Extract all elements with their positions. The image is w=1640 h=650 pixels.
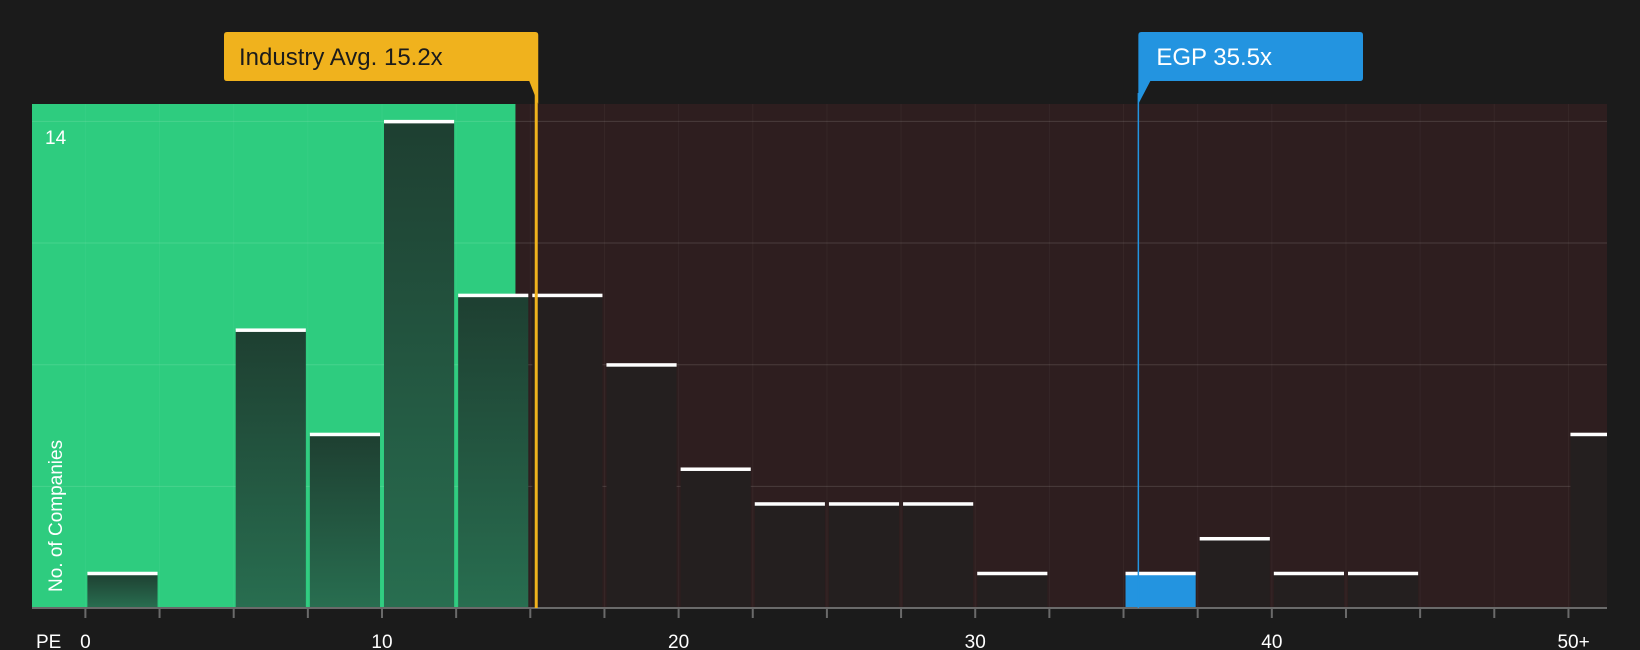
histogram-bar-cap	[606, 363, 677, 367]
pe-distribution-chart: 0 10 20 30 40 50+ PE 14 No. of Companies Indu…	[0, 0, 1640, 650]
histogram-bar-cap	[1570, 432, 1607, 437]
histogram-bar	[1125, 573, 1196, 608]
histogram-bar-cap	[903, 502, 974, 506]
x-tick-label: 0	[80, 632, 91, 650]
industry-average-label: Industry Avg. 15.2x	[239, 44, 443, 71]
histogram-bar	[458, 295, 529, 608]
histogram-bar	[903, 503, 974, 608]
histogram-bar	[1273, 573, 1344, 608]
histogram-bar	[1347, 573, 1419, 608]
y-axis-label: No. of Companies	[46, 440, 67, 592]
x-tick-label: 10	[371, 632, 392, 650]
histogram-bar-cap	[235, 328, 306, 332]
histogram-bar-cap	[458, 293, 529, 298]
x-tick-label: 30	[965, 632, 986, 650]
histogram-bar	[977, 573, 1048, 608]
x-axis-label: PE	[36, 632, 61, 650]
y-tick-label: 14	[45, 128, 67, 149]
histogram-bar-cap	[1347, 571, 1419, 576]
histogram-bar-cap	[532, 293, 603, 298]
histogram-bar	[680, 468, 751, 608]
histogram-bar-cap	[977, 571, 1048, 576]
above-average-zone	[515, 104, 1607, 608]
histogram-bar-cap	[1125, 571, 1196, 576]
histogram-bar	[309, 434, 380, 608]
histogram-bar	[532, 295, 603, 608]
histogram-bar-cap	[1273, 571, 1344, 576]
histogram-bar-cap	[754, 502, 825, 506]
histogram-bar	[828, 503, 900, 608]
histogram-bar	[235, 329, 306, 608]
histogram-bar-cap	[384, 119, 455, 124]
histogram-bar	[1199, 538, 1270, 608]
histogram-bar-cap	[309, 432, 380, 437]
x-tick-label: 20	[668, 632, 689, 650]
histogram-bar	[754, 503, 825, 608]
histogram-bar-cap	[680, 467, 751, 471]
histogram-bar	[384, 121, 455, 609]
histogram-bar-cap	[1199, 536, 1270, 541]
histogram-bar	[606, 364, 677, 608]
x-tick-label: 40	[1261, 632, 1282, 650]
histogram-bar	[1570, 434, 1607, 608]
histogram-bar	[87, 573, 158, 608]
histogram-bar-cap	[828, 502, 900, 506]
histogram-bar-cap	[87, 571, 158, 576]
company-pe-label: EGP 35.5x	[1156, 44, 1272, 71]
x-tick-label: 50+	[1557, 632, 1589, 650]
